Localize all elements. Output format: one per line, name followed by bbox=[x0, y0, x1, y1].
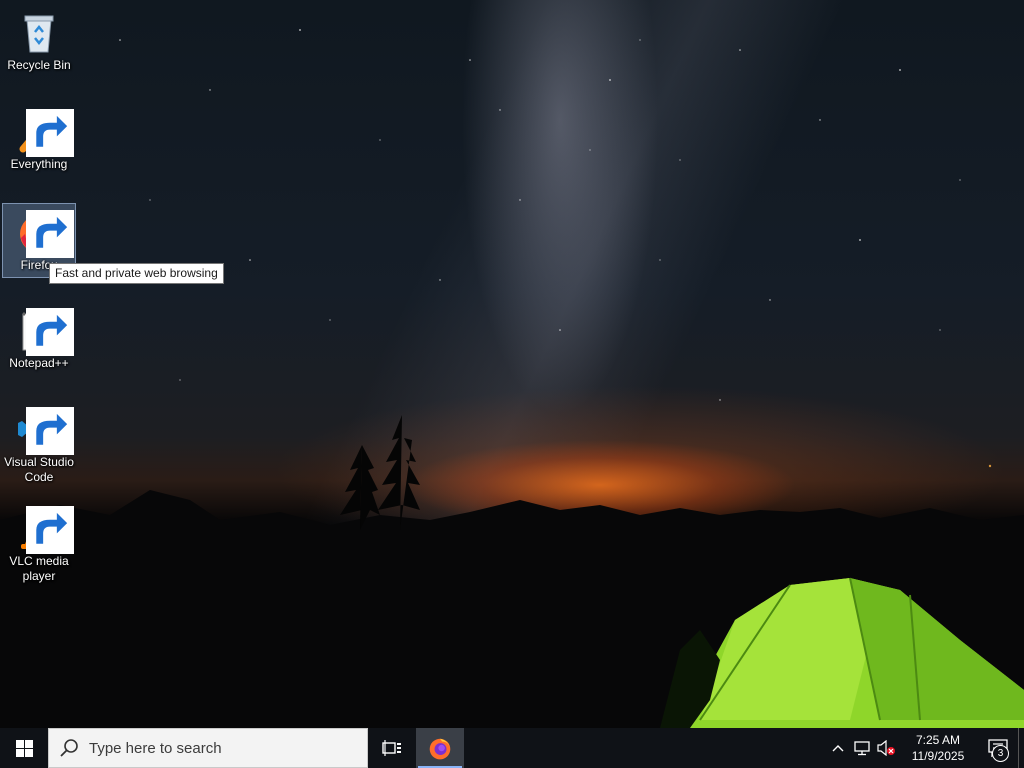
chevron-up-icon bbox=[832, 745, 844, 752]
search-input[interactable] bbox=[87, 738, 351, 758]
show-hidden-icons-button[interactable] bbox=[826, 728, 850, 768]
desktop-icon-label: Visual Studio Code bbox=[4, 455, 74, 484]
desktop-icon-label: Recycle Bin bbox=[7, 58, 71, 72]
desktop[interactable]: Recycle Bin Everything Firefox Notepad++… bbox=[0, 0, 1024, 728]
show-desktop-button[interactable] bbox=[1018, 728, 1024, 768]
shortcut-arrow-icon bbox=[26, 407, 74, 455]
shortcut-arrow-icon bbox=[26, 506, 74, 554]
vlc-icon bbox=[15, 504, 74, 554]
pine-trees bbox=[340, 415, 420, 530]
desktop-icon-label: Notepad++ bbox=[9, 356, 69, 370]
desktop-icon-label: VLC media player bbox=[9, 554, 69, 583]
windows-logo-icon bbox=[15, 739, 33, 757]
firefox-tooltip: Fast and private web browsing bbox=[49, 263, 224, 284]
network-icon bbox=[854, 741, 870, 756]
taskbar-clock[interactable]: 7:25 AM 11/9/2025 bbox=[902, 732, 974, 764]
desktop-icon-recycle-bin[interactable]: Recycle Bin bbox=[2, 4, 76, 77]
notepad-plus-plus-icon bbox=[15, 306, 74, 356]
system-tray: 7:25 AM 11/9/2025 3 bbox=[826, 728, 1024, 768]
desktop-icon-vscode[interactable]: Visual Studio Code bbox=[2, 401, 76, 489]
action-center-button[interactable]: 3 bbox=[978, 728, 1018, 768]
start-button[interactable] bbox=[0, 728, 48, 768]
everything-search-icon bbox=[15, 107, 74, 157]
firefox-icon bbox=[429, 738, 451, 760]
shortcut-arrow-icon bbox=[26, 308, 74, 356]
taskbar-search-box[interactable] bbox=[48, 728, 368, 768]
desktop-icon-label: Everything bbox=[10, 157, 68, 171]
shortcut-arrow-icon bbox=[26, 109, 74, 157]
desktop-icon-notepad-plus-plus[interactable]: Notepad++ bbox=[2, 302, 76, 375]
taskbar-firefox-button[interactable] bbox=[416, 728, 464, 768]
clock-date: 11/9/2025 bbox=[911, 749, 965, 763]
clock-time: 7:25 AM bbox=[915, 733, 961, 747]
wallpaper-scene bbox=[0, 29, 1024, 728]
volume-muted-icon bbox=[877, 740, 895, 756]
notification-count-badge: 3 bbox=[992, 745, 1009, 762]
firefox-icon bbox=[15, 208, 74, 258]
task-view-button[interactable] bbox=[368, 728, 416, 768]
volume-button[interactable] bbox=[874, 728, 898, 768]
search-icon bbox=[60, 739, 78, 757]
vscode-icon bbox=[15, 405, 74, 455]
shortcut-arrow-icon bbox=[26, 210, 74, 258]
taskbar: 7:25 AM 11/9/2025 3 bbox=[0, 728, 1024, 768]
task-view-icon bbox=[382, 740, 401, 756]
desktop-icon-everything[interactable]: Everything bbox=[2, 103, 76, 176]
stars bbox=[119, 29, 992, 468]
recycle-bin-icon bbox=[15, 8, 63, 56]
network-button[interactable] bbox=[850, 728, 874, 768]
desktop-icon-vlc[interactable]: VLC media player bbox=[2, 500, 76, 588]
